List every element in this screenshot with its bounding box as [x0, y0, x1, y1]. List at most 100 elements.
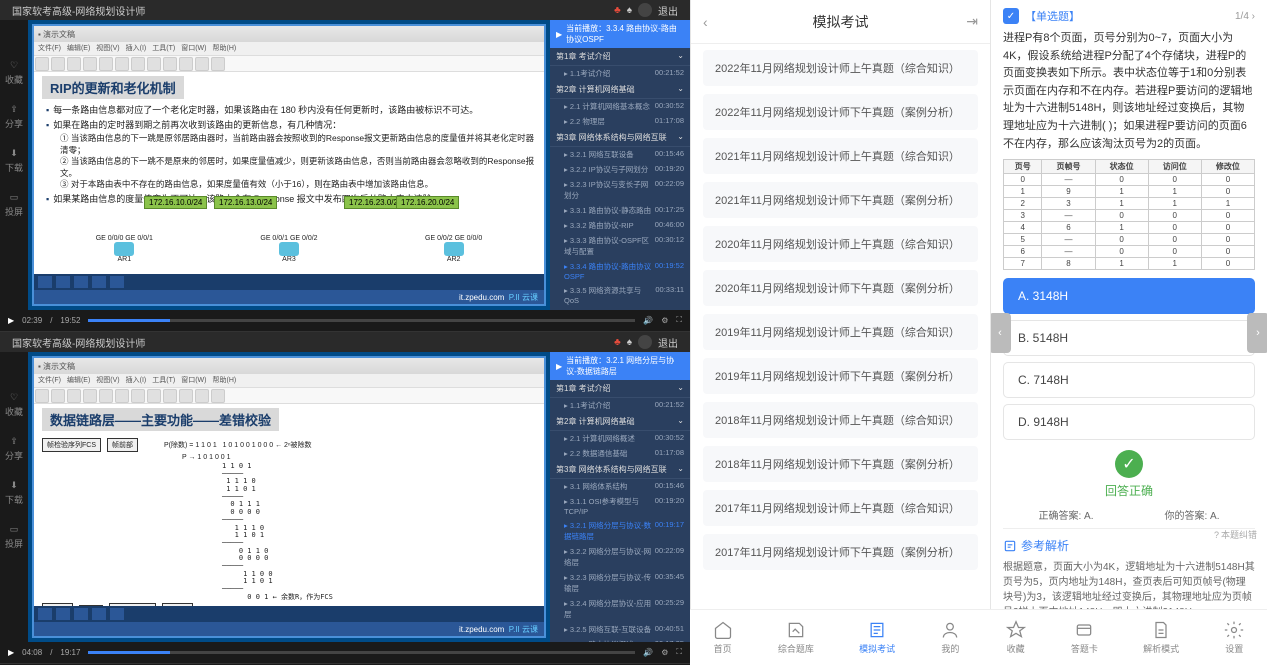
chapter-item[interactable]: ▸ 3.1 网络体系结构00:15:46 [550, 479, 690, 494]
chapter-item[interactable]: ▸ 3.2.1 网络分层与协议-数据链路层00:19:17 [550, 518, 690, 544]
chapter-section[interactable]: 第1章 考试介绍⌄ [550, 380, 690, 398]
logout-link[interactable]: 退出 [658, 335, 678, 350]
option-C[interactable]: C. 7148H [1003, 362, 1255, 398]
chapter-item[interactable]: ▸ 2.2 数据通信基础01:17:08 [550, 446, 690, 461]
chapter-item[interactable]: ▸ 3.3.4 路由协议-路由协议OSPF00:19:52 [550, 259, 690, 283]
chapter-item[interactable]: ▸ 3.3.3 路由协议-OSPF区域与配置00:30:12 [550, 233, 690, 259]
bell-icon[interactable]: ♣ [614, 337, 621, 348]
favorite-icon[interactable]: ♡收藏 [5, 392, 23, 418]
nav-home[interactable]: 首页 [713, 620, 733, 655]
exam-item[interactable]: 2020年11月网络规划设计师上午真题（综合知识） [703, 226, 978, 262]
window-titlebar: ▪ 演示文稿 [34, 26, 544, 42]
checkbox-icon[interactable]: ✓ [1003, 8, 1019, 24]
chapter-section[interactable]: 第1章 考试介绍⌄ [550, 48, 690, 66]
nav-edit[interactable]: 综合题库 [778, 620, 814, 655]
nav-star[interactable]: 收藏 [1006, 620, 1026, 655]
settings-icon[interactable]: ⚙ [661, 316, 668, 325]
page-table: 页号页帧号状态位访问位修改位 0—00019110231113—00046100… [1003, 159, 1255, 270]
chapter-section[interactable]: 第2章 计算机网络基础⌄ [550, 413, 690, 431]
chapter-item[interactable]: ▸ 2.2 物理层01:17:08 [550, 114, 690, 129]
chapter-section[interactable]: 第3章 网络体系结构与网络互联⌄ [550, 129, 690, 147]
result-text: 回答正确 [1003, 482, 1255, 499]
fullscreen-icon[interactable]: ⛶ [676, 315, 682, 325]
next-question-icon[interactable]: › [1247, 313, 1267, 353]
nav-gear[interactable]: 设置 [1224, 620, 1244, 655]
chapter-item[interactable]: ▸ 3.2.3 网络分层与协议-传输层00:35:45 [550, 570, 690, 596]
avatar[interactable] [638, 335, 652, 349]
time-current: 02:39 [22, 316, 42, 325]
chapter-item[interactable]: ▸ 3.2.4 网络分层协议-应用层00:25:29 [550, 596, 690, 622]
bell-icon[interactable]: ♣ [614, 5, 621, 16]
nav-user[interactable]: 我的 [940, 620, 960, 655]
forward-icon[interactable]: ⇥ [966, 13, 978, 30]
exam-item[interactable]: 2017年11月网络规划设计师下午真题（案例分析） [703, 534, 978, 570]
back-icon[interactable]: ‹ [703, 14, 708, 30]
window-menu: 文件(F)编辑(E)视图(V)插入(I)工具(T)窗口(W)帮助(H) [34, 374, 544, 388]
options-list: A. 3148H B. 5148H C. 7148H D. 9148H [1003, 278, 1255, 440]
cast-icon[interactable]: ▭投屏 [5, 524, 23, 550]
prev-question-icon[interactable]: ‹ [991, 313, 1011, 353]
chapter-item[interactable]: ▸ 3.1.1 OSI参考模型与TCP/IP00:19:20 [550, 494, 690, 518]
share-icon[interactable]: ⇪分享 [5, 436, 23, 462]
notification-icon[interactable]: ♠ [627, 337, 632, 348]
download-icon[interactable]: ⬇下载 [5, 480, 23, 506]
chapter-item[interactable]: ▸ 1.1考试介绍00:21:52 [550, 398, 690, 413]
exam-item[interactable]: 2018年11月网络规划设计师下午真题（案例分析） [703, 446, 978, 482]
logout-link[interactable]: 退出 [658, 3, 678, 18]
exam-item[interactable]: 2022年11月网络规划设计师下午真题（案例分析） [703, 94, 978, 130]
download-icon[interactable]: ⬇下载 [5, 148, 23, 174]
chapter-item[interactable]: ▸ 3.3.2 路由协议-RIP00:46:00 [550, 218, 690, 233]
page-title: 模拟考试 [813, 12, 869, 32]
chapter-list[interactable]: ▶ 当前播放：3.3.4 路由协议-路由协议OSPF 第1章 考试介绍⌄▸ 1.… [550, 20, 690, 310]
notification-icon[interactable]: ♠ [627, 5, 632, 16]
player-header: 国家软考高级-网络规划设计师 ♣ ♠ 退出 [0, 0, 690, 20]
settings-icon[interactable]: ⚙ [661, 648, 668, 657]
exam-item[interactable]: 2022年11月网络规划设计师上午真题（综合知识） [703, 50, 978, 86]
play-icon[interactable]: ▶ [8, 648, 14, 657]
nav-exam[interactable]: 模拟考试 [859, 620, 895, 655]
nav-card[interactable]: 答题卡 [1071, 620, 1098, 655]
exam-item[interactable]: 2021年11月网络规划设计师下午真题（案例分析） [703, 182, 978, 218]
fullscreen-icon[interactable]: ⛶ [676, 647, 682, 657]
exam-item[interactable]: 2018年11月网络规划设计师上午真题（综合知识） [703, 402, 978, 438]
chapter-section[interactable]: 第3章 网络体系结构与网络互联⌄ [550, 461, 690, 479]
chapter-item[interactable]: ▸ 2.1 计算机网络基本概念00:30:52 [550, 99, 690, 114]
play-icon[interactable]: ▶ [8, 316, 14, 325]
chapter-section[interactable]: 第4章 局域网技术⌄ [550, 307, 690, 310]
chapter-section[interactable]: 第2章 计算机网络基础⌄ [550, 81, 690, 99]
chapter-item[interactable]: ▸ 3.3.1 路由协议概述00:17:25 [550, 637, 690, 642]
nav-doc[interactable]: 解析模式 [1143, 620, 1179, 655]
player-controls[interactable]: ▶ 02:39/19:52 🔊 ⚙ ⛶ [0, 310, 690, 330]
chapter-item[interactable]: ▸ 1.1考试介绍00:21:52 [550, 66, 690, 81]
chapter-item[interactable]: ▸ 2.1 计算机网络概述00:30:52 [550, 431, 690, 446]
favorite-icon[interactable]: ♡收藏 [5, 60, 23, 86]
report-error[interactable]: ? 本题纠错 [1214, 528, 1257, 541]
progress-bar[interactable] [88, 319, 635, 322]
bottom-nav: 首页 综合题库 模拟考试 我的 收藏 答题卡 解析模式 设置 [690, 609, 1267, 665]
chapter-item[interactable]: ▸ 3.3.1 路由协议-静态路由00:17:25 [550, 203, 690, 218]
player-controls[interactable]: ▶ 04:08/19:17 🔊 ⚙ ⛶ [0, 642, 690, 662]
slide-viewport: ▪ 演示文稿 文件(F)编辑(E)视图(V)插入(I)工具(T)窗口(W)帮助(… [28, 352, 550, 642]
chapter-item[interactable]: ▸ 3.2.5 网络互联-互联设备00:40:51 [550, 622, 690, 637]
option-A[interactable]: A. 3148H [1003, 278, 1255, 314]
volume-icon[interactable]: 🔊 [643, 648, 653, 657]
exam-item[interactable]: 2020年11月网络规划设计师下午真题（案例分析） [703, 270, 978, 306]
chapter-item[interactable]: ▸ 3.2.3 IP协议与变长子网划分00:22:09 [550, 177, 690, 203]
share-icon[interactable]: ⇪分享 [5, 104, 23, 130]
bullet: 如果某路由信息的度量值变为不可达，该路由会在 Response 报文中发布四次后… [42, 193, 536, 206]
option-D[interactable]: D. 9148H [1003, 404, 1255, 440]
option-B[interactable]: B. 5148H [1003, 320, 1255, 356]
volume-icon[interactable]: 🔊 [643, 316, 653, 325]
chapter-list[interactable]: ▶ 当前播放：3.2.1 网络分层与协议-数据链路层 第1章 考试介绍⌄▸ 1.… [550, 352, 690, 642]
exam-item[interactable]: 2019年11月网络规划设计师下午真题（案例分析） [703, 358, 978, 394]
chapter-item[interactable]: ▸ 3.2.2 IP协议与子网划分00:19:20 [550, 162, 690, 177]
chapter-item[interactable]: ▸ 3.2.2 网络分层与协议-网络层00:22:09 [550, 544, 690, 570]
exam-item[interactable]: 2017年11月网络规划设计师上午真题（综合知识） [703, 490, 978, 526]
chapter-item[interactable]: ▸ 3.3.5 网络资源共享与QoS00:33:11 [550, 283, 690, 307]
progress-bar[interactable] [88, 651, 635, 654]
avatar[interactable] [638, 3, 652, 17]
chapter-item[interactable]: ▸ 3.2.1 网络互联设备00:15:46 [550, 147, 690, 162]
cast-icon[interactable]: ▭投屏 [5, 192, 23, 218]
exam-item[interactable]: 2019年11月网络规划设计师上午真题（综合知识） [703, 314, 978, 350]
exam-item[interactable]: 2021年11月网络规划设计师上午真题（综合知识） [703, 138, 978, 174]
